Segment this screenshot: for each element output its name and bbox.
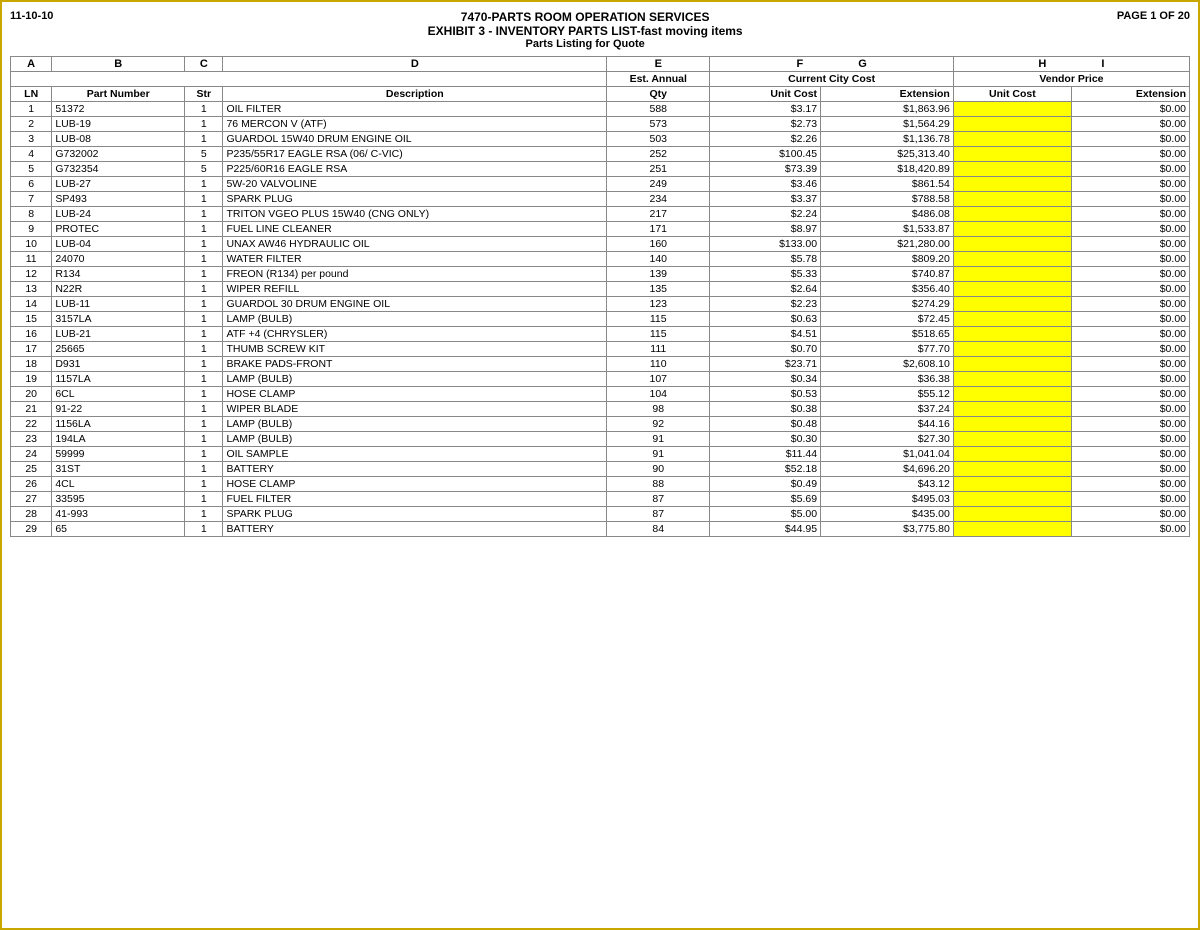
table-row: 13N22R1WIPER REFILL135$2.64$356.40$0.00 [11,282,1190,297]
title-line1: 7470-PARTS ROOM OPERATION SERVICES [53,10,1116,24]
empty-header [11,72,607,87]
vendor-unit-cost-header: Unit Cost [953,87,1071,102]
table-row: 191157LA1LAMP (BULB)107$0.34$36.38$0.00 [11,372,1190,387]
title-line2: EXHIBIT 3 - INVENTORY PARTS LIST-fast mo… [53,24,1116,38]
table-row: 17256651THUMB SCREW KIT111$0.70$77.70$0.… [11,342,1190,357]
col-a-header: A [11,57,52,72]
table-row: 6LUB-2715W-20 VALVOLINE249$3.46$861.54$0… [11,177,1190,192]
table-row: 7SP4931SPARK PLUG234$3.37$788.58$0.00 [11,192,1190,207]
col-b-header: B [52,57,185,72]
table-row: 4G7320025P235/55R17 EAGLE RSA (06/ C-VIC… [11,147,1190,162]
table-row: 8LUB-241TRITON VGEO PLUS 15W40 (CNG ONLY… [11,207,1190,222]
est-annual-header: Est. Annual [607,72,710,87]
table-row: 18D9311BRAKE PADS-FRONT110$23.71$2,608.1… [11,357,1190,372]
table-row: 5G7323545P225/60R16 EAGLE RSA251$73.39$1… [11,162,1190,177]
unit-cost-header: Unit Cost [710,87,821,102]
table-row: 2841-9931SPARK PLUG87$5.00$435.00$0.00 [11,507,1190,522]
table-row: 3LUB-081GUARDOL 15W40 DRUM ENGINE OIL503… [11,132,1190,147]
table-row: 29651BATTERY84$44.95$3,775.80$0.00 [11,522,1190,537]
column-letter-row: A B C D E F G H I [11,57,1190,72]
table-row: 12R1341FREON (R134) per pound139$5.33$74… [11,267,1190,282]
table-row: 9PROTEC1FUEL LINE CLEANER171$8.97$1,533.… [11,222,1190,237]
col-c-header: C [185,57,223,72]
group-header-row: Est. Annual Current City Cost Vendor Pri… [11,72,1190,87]
table-row: 27335951FUEL FILTER87$5.69$495.03$0.00 [11,492,1190,507]
table-row: 24599991OIL SAMPLE91$11.44$1,041.04$0.00 [11,447,1190,462]
table-row: 221156LA1LAMP (BULB)92$0.48$44.16$0.00 [11,417,1190,432]
current-city-cost-header: Current City Cost [710,72,953,87]
table-row: 1513721OIL FILTER588$3.17$1,863.96$0.00 [11,102,1190,117]
vendor-extension-header: Extension [1071,87,1189,102]
document-header: 7470-PARTS ROOM OPERATION SERVICES EXHIB… [53,10,1116,50]
part-number-header: Part Number [52,87,185,102]
description-header: Description [223,87,607,102]
col-d-header: D [223,57,607,72]
str-header: Str [185,87,223,102]
table-row: 264CL1HOSE CLAMP88$0.49$43.12$0.00 [11,477,1190,492]
qty-header: Qty [607,87,710,102]
table-row: 206CL1HOSE CLAMP104$0.53$55.12$0.00 [11,387,1190,402]
parts-table: A B C D E F G H I Est. Annual Current Ci… [10,56,1190,537]
table-row: 14LUB-111GUARDOL 30 DRUM ENGINE OIL123$2… [11,297,1190,312]
table-row: 23194LA1LAMP (BULB)91$0.30$27.30$0.00 [11,432,1190,447]
col-hi-header: H I [953,57,1189,72]
table-row: 2531ST1BATTERY90$52.18$4,696.20$0.00 [11,462,1190,477]
extension-header: Extension [821,87,954,102]
col-fg-header: F G [710,57,953,72]
column-names-row: LN Part Number Str Description Qty Unit … [11,87,1190,102]
table-row: 11240701WATER FILTER140$5.78$809.20$0.00 [11,252,1190,267]
ln-header: LN [11,87,52,102]
col-e-header: E [607,57,710,72]
table-row: 16LUB-211ATF +4 (CHRYSLER)115$4.51$518.6… [11,327,1190,342]
document-date: 11-10-10 [10,10,53,22]
vendor-price-header: Vendor Price [953,72,1189,87]
table-row: 2LUB-19176 MERCON V (ATF)573$2.73$1,564.… [11,117,1190,132]
page-number: PAGE 1 OF 20 [1117,10,1190,22]
title-line3: Parts Listing for Quote [53,38,1116,50]
table-row: 2191-221WIPER BLADE98$0.38$37.24$0.00 [11,402,1190,417]
table-row: 10LUB-041UNAX AW46 HYDRAULIC OIL160$133.… [11,237,1190,252]
table-row: 153157LA1LAMP (BULB)115$0.63$72.45$0.00 [11,312,1190,327]
